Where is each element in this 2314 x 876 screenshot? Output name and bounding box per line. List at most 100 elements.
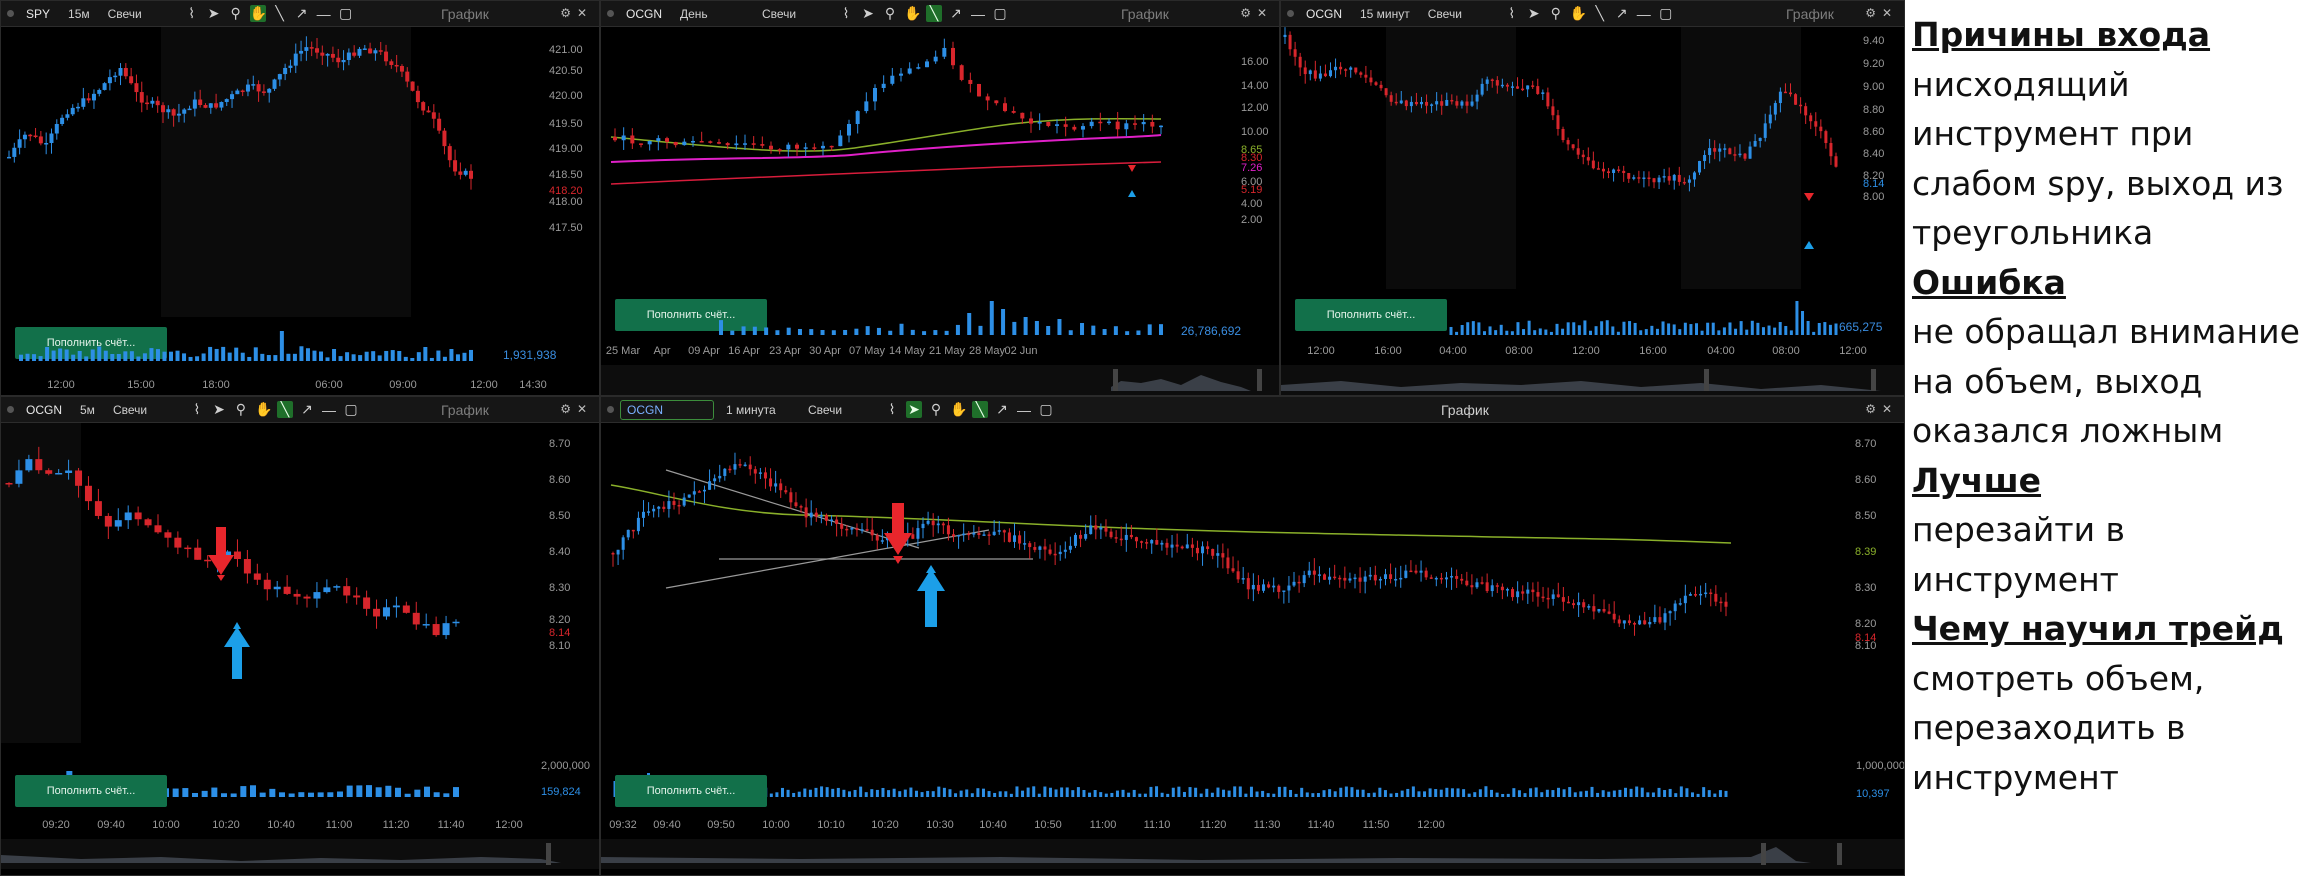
cursor-icon[interactable]: ➤ xyxy=(1526,5,1542,22)
chart-type-icon[interactable]: ⌇ xyxy=(189,401,205,418)
hand-icon[interactable]: ✋ xyxy=(1570,5,1587,22)
fund-account-button[interactable]: Пополнить счёт... xyxy=(15,775,167,807)
buy-marker-icon xyxy=(1804,241,1814,249)
candle-body xyxy=(1099,527,1103,530)
rect-tool-icon[interactable]: ▢ xyxy=(1658,5,1674,22)
time-tick-label: 10:20 xyxy=(871,819,899,831)
candle-body xyxy=(1053,553,1057,556)
volume-bar xyxy=(356,785,363,797)
arrow-tool-icon[interactable]: ↗ xyxy=(294,5,310,22)
style-select[interactable]: Свечи xyxy=(756,5,832,23)
window-controls[interactable]: ⚙✕ xyxy=(560,402,593,416)
symbol-field[interactable]: OCGN xyxy=(620,399,714,420)
line-tool-icon[interactable]: ╲ xyxy=(972,401,988,418)
link-dot-icon[interactable] xyxy=(1287,10,1294,17)
cursor-icon[interactable]: ➤ xyxy=(206,5,222,22)
price-tick-label: 8.50 xyxy=(549,510,570,522)
candle-body xyxy=(1029,118,1033,124)
volume-bar xyxy=(192,792,198,797)
candle-body xyxy=(1546,597,1550,600)
scroll-handle-right xyxy=(1257,369,1262,391)
symbol-field[interactable]: OCGN xyxy=(20,401,68,419)
line-tool-icon[interactable]: ╲ xyxy=(276,401,293,418)
zoom-icon[interactable]: ⚲ xyxy=(882,5,898,22)
rect-tool-icon[interactable]: ▢ xyxy=(338,5,354,22)
volume-bar xyxy=(1523,793,1527,797)
window-controls[interactable]: ⚙✕ xyxy=(560,6,593,20)
chart-type-icon[interactable]: ⌇ xyxy=(884,401,900,418)
window-controls[interactable]: ⚙✕ xyxy=(1865,6,1898,20)
cursor-icon[interactable]: ➤ xyxy=(211,401,227,418)
interval-select[interactable]: 15м xyxy=(62,5,96,23)
candle-body xyxy=(1546,92,1550,107)
candle-body xyxy=(129,76,134,84)
arrow-tool-icon[interactable]: ↗ xyxy=(1614,5,1630,22)
style-select[interactable]: Свечи xyxy=(102,5,178,23)
link-dot-icon[interactable] xyxy=(607,10,614,17)
navigator-scrollbar[interactable] xyxy=(1281,365,1904,395)
style-select[interactable]: Свечи xyxy=(107,401,183,419)
volume-bar xyxy=(942,787,946,797)
arrow-tool-icon[interactable]: ↗ xyxy=(948,5,964,22)
symbol-field[interactable]: OCGN xyxy=(1300,5,1348,23)
line-tool-icon[interactable]: ╲ xyxy=(272,5,288,22)
hline-tool-icon[interactable]: — xyxy=(1016,402,1032,418)
chart-type-icon[interactable]: ⌇ xyxy=(838,5,854,22)
style-select[interactable]: Свечи xyxy=(802,401,878,419)
interval-select[interactable]: 5м xyxy=(74,401,101,419)
volume-bar xyxy=(64,349,69,361)
symbol-field[interactable]: SPY xyxy=(20,5,56,23)
volume-bar xyxy=(312,350,317,361)
hline-tool-icon[interactable]: — xyxy=(1636,6,1652,22)
zoom-icon[interactable]: ⚲ xyxy=(928,401,944,418)
candle-body xyxy=(1633,623,1637,625)
candle-body xyxy=(1490,585,1494,592)
chart-type-icon[interactable]: ⌇ xyxy=(1504,5,1520,22)
hline-tool-icon[interactable]: — xyxy=(970,6,986,22)
cursor-icon[interactable]: ➤ xyxy=(860,5,876,22)
candle-body xyxy=(1455,101,1459,106)
interval-select[interactable]: День xyxy=(674,5,750,23)
zoom-icon[interactable]: ⚲ xyxy=(228,5,244,22)
rect-tool-icon[interactable]: ▢ xyxy=(343,401,359,418)
link-dot-icon[interactable] xyxy=(7,406,14,413)
fund-account-button[interactable]: Пополнить счёт... xyxy=(615,775,767,807)
arrow-tool-icon[interactable]: ↗ xyxy=(994,401,1010,418)
interval-select[interactable]: 15 минут xyxy=(1354,5,1416,23)
style-select[interactable]: Свечи xyxy=(1422,5,1498,23)
line-tool-icon[interactable]: ╲ xyxy=(1592,5,1608,22)
interval-select[interactable]: 1 минута xyxy=(720,401,796,419)
volume-bar xyxy=(269,788,276,797)
chart-type-icon[interactable]: ⌇ xyxy=(184,5,200,22)
volume-bar xyxy=(1551,790,1555,797)
volume-bar xyxy=(1389,793,1393,797)
volume-bar xyxy=(1210,792,1214,797)
candle-body xyxy=(273,586,281,590)
navigator-scrollbar[interactable] xyxy=(1,839,599,869)
arrow-tool-icon[interactable]: ↗ xyxy=(299,401,315,418)
hand-icon[interactable]: ✋ xyxy=(249,5,267,22)
candle-body xyxy=(35,459,43,471)
candle-body xyxy=(102,83,107,90)
line-tool-icon[interactable]: ╲ xyxy=(926,5,942,22)
candle-body xyxy=(1723,148,1727,150)
hand-icon[interactable]: ✋ xyxy=(255,401,272,418)
cursor-icon[interactable]: ➤ xyxy=(906,401,922,418)
symbol-field[interactable]: OCGN xyxy=(620,5,668,23)
zoom-icon[interactable]: ⚲ xyxy=(1548,5,1564,22)
navigator-scrollbar[interactable] xyxy=(601,365,1279,395)
rect-tool-icon[interactable]: ▢ xyxy=(992,5,1008,22)
hand-icon[interactable]: ✋ xyxy=(904,5,921,22)
navigator-scrollbar[interactable] xyxy=(601,839,1904,869)
window-controls[interactable]: ⚙✕ xyxy=(1865,402,1898,416)
rect-tool-icon[interactable]: ▢ xyxy=(1038,401,1054,418)
hline-tool-icon[interactable]: — xyxy=(316,6,332,22)
window-controls[interactable]: ⚙✕ xyxy=(1240,6,1273,20)
zoom-icon[interactable]: ⚲ xyxy=(233,401,249,418)
hand-icon[interactable]: ✋ xyxy=(950,401,967,418)
link-dot-icon[interactable] xyxy=(607,406,614,413)
volume-bar xyxy=(933,330,938,335)
link-dot-icon[interactable] xyxy=(7,10,14,17)
hline-tool-icon[interactable]: — xyxy=(321,402,337,418)
time-tick-label: 16:00 xyxy=(1374,345,1402,357)
